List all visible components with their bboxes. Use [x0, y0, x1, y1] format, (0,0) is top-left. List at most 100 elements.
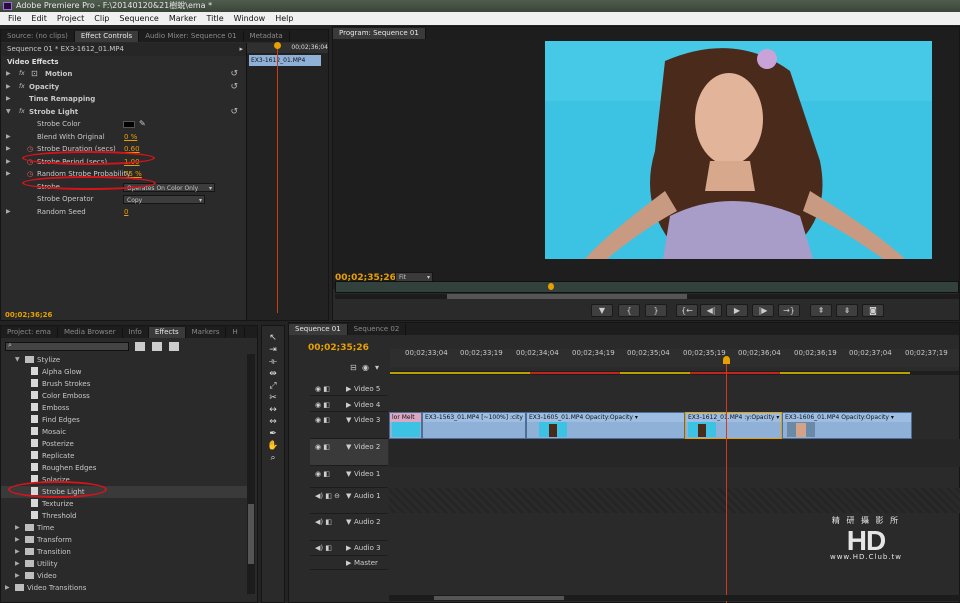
timeline-scrollbar[interactable] [389, 595, 960, 601]
expand-triangle-icon[interactable]: ▶ [5, 582, 10, 594]
go-to-out-button[interactable]: →} [778, 304, 800, 317]
effects-search-input[interactable]: ⌕ [5, 341, 129, 351]
folder-item[interactable]: ▶ Time [1, 522, 247, 534]
play-button[interactable]: ▶ [726, 304, 748, 317]
timeline-clip[interactable]: lor Melt [389, 412, 422, 439]
folder-item[interactable]: ▶ Video Transitions [1, 582, 247, 594]
snap-icon[interactable]: ⊟ [350, 363, 357, 372]
param-value[interactable]: 0 % [124, 131, 137, 144]
mark-out-button[interactable]: } [645, 304, 667, 317]
track-select-tool-icon[interactable]: ⇥ [266, 344, 280, 356]
tab-markers[interactable]: Markers [186, 327, 227, 338]
razor-tool-icon[interactable]: ✂ [266, 392, 280, 404]
slip-tool-icon[interactable]: ↔ [266, 404, 280, 416]
collapse-triangle-icon[interactable]: ▼ [15, 354, 20, 366]
folder-item[interactable]: ▶ Utility [1, 558, 247, 570]
expand-triangle-icon[interactable]: ▶ [6, 156, 11, 169]
mini-timeline[interactable]: 00;02;36;04 EX3-1612_01.MP4 [246, 42, 328, 320]
timeline-clip[interactable]: EX3-1606_01.MP4 Opacity:Opacity ▾ [782, 412, 912, 439]
tab-sequence-02[interactable]: Sequence 02 [348, 324, 407, 335]
set-marker-icon[interactable]: ◉ [362, 363, 369, 372]
mini-clip[interactable]: EX3-1612_01.MP4 [249, 55, 321, 66]
work-area-bar[interactable] [390, 371, 959, 375]
program-viewer[interactable]: 00;02;35;26 Fit ▾ [333, 39, 959, 289]
keyframe-marker-icon[interactable]: ▾ [375, 363, 379, 372]
effect-strobe-light[interactable]: ▼ fx Strobe Light ↺ [1, 106, 246, 119]
playhead-handle[interactable] [274, 42, 281, 49]
32-bit-effects-icon[interactable] [152, 342, 162, 351]
mark-in-button[interactable]: { [618, 304, 640, 317]
timeline-clip[interactable]: EX3-1605_01.MP4 Opacity:Opacity ▾ [526, 412, 685, 439]
menu-window[interactable]: Window [229, 12, 271, 25]
tab-effect-controls[interactable]: Effect Controls [74, 31, 140, 42]
expand-triangle-icon[interactable]: ▶ [15, 570, 20, 582]
timeline-clip[interactable]: EX3-1563_01.MP4 [~100%] :city ▾ [422, 412, 526, 439]
step-back-button[interactable]: ◀| [700, 304, 722, 317]
effects-scrollbar[interactable] [247, 354, 255, 594]
tab-source[interactable]: Source: (no clips) [1, 31, 75, 42]
effect-item[interactable]: Mosaic [1, 426, 247, 438]
effect-item[interactable]: Texturize [1, 498, 247, 510]
ripple-edit-tool-icon[interactable]: ⟛ [266, 356, 280, 368]
menu-help[interactable]: Help [270, 12, 298, 25]
expand-triangle-icon[interactable]: ▶ [15, 558, 20, 570]
fx-icon[interactable]: fx [19, 81, 25, 94]
menu-project[interactable]: Project [52, 12, 89, 25]
scrollbar-thumb[interactable] [434, 596, 564, 600]
operator-dropdown[interactable]: Copy ▾ [123, 195, 205, 204]
expand-triangle-icon[interactable]: ▶ [15, 522, 20, 534]
effect-item[interactable]: Posterize [1, 438, 247, 450]
effect-time-remapping[interactable]: ▶ Time Remapping [1, 93, 246, 106]
scrollbar-thumb[interactable] [447, 294, 687, 299]
reset-icon[interactable]: ↺ [230, 81, 238, 94]
expand-triangle-icon[interactable]: ▶ [6, 81, 11, 94]
tab-sequence-01[interactable]: Sequence 01 [289, 324, 348, 335]
lift-button[interactable]: ⇞ [810, 304, 832, 317]
folder-item[interactable]: ▶ Video [1, 570, 247, 582]
tab-history[interactable]: H [226, 327, 245, 338]
tab-media-browser[interactable]: Media Browser [58, 327, 123, 338]
param-value[interactable]: 0 [124, 206, 128, 219]
effect-item[interactable]: Color Emboss [1, 390, 247, 402]
reset-icon[interactable]: ↺ [230, 68, 238, 81]
tab-metadata[interactable]: Metadata [244, 31, 290, 42]
go-to-in-button[interactable]: {← [676, 304, 698, 317]
fx-icon[interactable]: fx [19, 106, 25, 119]
effect-item[interactable]: Alpha Glow [1, 366, 247, 378]
yuv-effects-icon[interactable] [169, 342, 179, 351]
effect-controls-timecode[interactable]: 00;02;36;26 [5, 311, 52, 319]
tab-audio-mixer[interactable]: Audio Mixer: Sequence 01 [139, 31, 244, 42]
folder-item[interactable]: ▶ Transform [1, 534, 247, 546]
expand-triangle-icon[interactable]: ▶ [6, 143, 11, 156]
export-frame-button[interactable]: ◙ [862, 304, 884, 317]
pen-tool-icon[interactable]: ✒ [266, 428, 280, 440]
track-audio-1-lane[interactable] [389, 488, 960, 513]
tab-info[interactable]: Info [123, 327, 149, 338]
panel-expand-arrow-icon[interactable]: ▸ [239, 43, 243, 56]
rate-stretch-tool-icon[interactable]: ⤢ [266, 380, 280, 392]
accelerated-effects-icon[interactable] [135, 342, 145, 351]
zoom-tool-icon[interactable]: ⌕ [266, 452, 280, 464]
tab-program[interactable]: Program: Sequence 01 [333, 28, 426, 39]
collapse-triangle-icon[interactable]: ▼ [6, 106, 11, 119]
folder-item[interactable]: ▶ Transition [1, 546, 247, 558]
timeline-playhead[interactable] [726, 356, 727, 603]
folder-stylize[interactable]: ▼ Stylize [1, 354, 247, 366]
program-playhead-icon[interactable] [548, 283, 554, 290]
eyedropper-icon[interactable]: ✎ [139, 118, 146, 131]
rolling-edit-tool-icon[interactable]: ⇹ [266, 368, 280, 380]
effect-item[interactable]: Roughen Edges [1, 462, 247, 474]
slide-tool-icon[interactable]: ⇔ [266, 416, 280, 428]
expand-triangle-icon[interactable]: ▶ [6, 93, 11, 106]
menu-clip[interactable]: Clip [89, 12, 114, 25]
fx-icon[interactable]: fx [19, 68, 25, 81]
color-swatch[interactable] [123, 121, 135, 128]
expand-triangle-icon[interactable]: ▶ [6, 206, 11, 219]
add-marker-button[interactable]: ▼ [591, 304, 613, 317]
expand-triangle-icon[interactable]: ▶ [15, 546, 20, 558]
menu-edit[interactable]: Edit [26, 12, 52, 25]
tab-effects[interactable]: Effects [148, 327, 186, 338]
menu-title[interactable]: Title [202, 12, 229, 25]
playhead-handle[interactable] [723, 356, 730, 364]
hand-tool-icon[interactable]: ✋ [266, 440, 280, 452]
